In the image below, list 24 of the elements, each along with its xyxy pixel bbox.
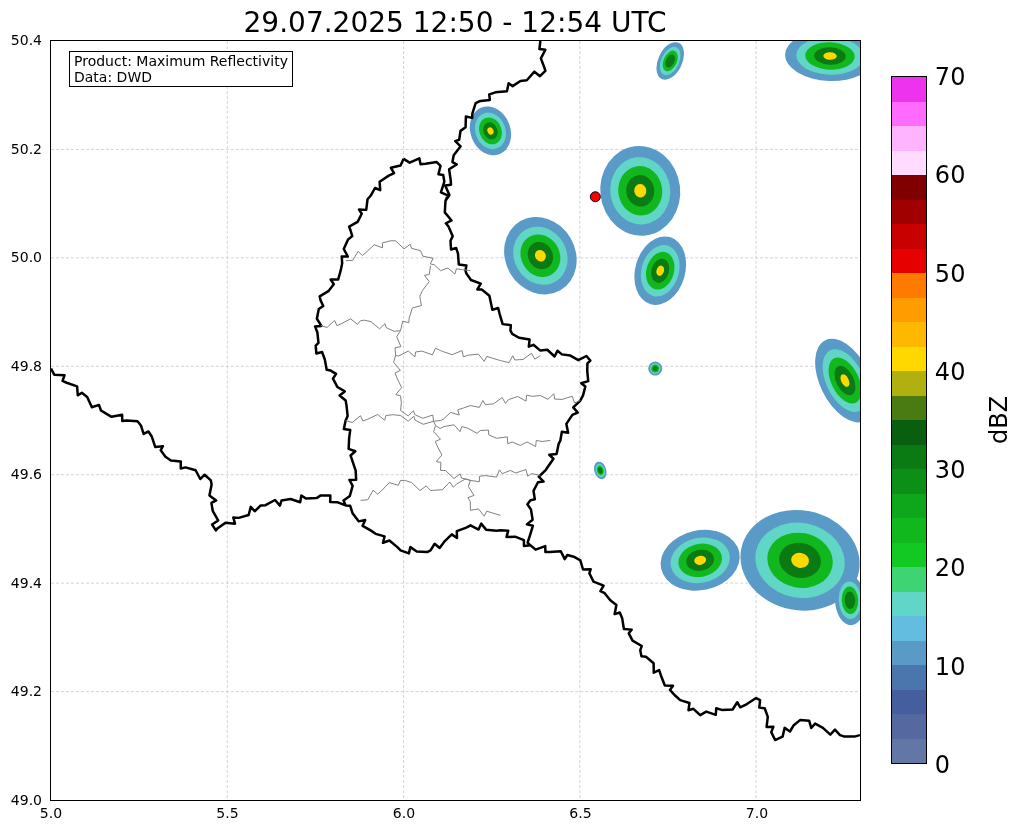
- axis-tick-label: 50.0: [10, 249, 42, 266]
- axis-tick-label: 49.8: [10, 357, 42, 374]
- colorbar-tick-label: 0: [934, 752, 951, 778]
- axis-tick-label: 5.5: [216, 805, 239, 821]
- axis-tick-label: 7.0: [745, 805, 769, 821]
- colorbar-tick-label: 40: [934, 358, 966, 385]
- axis-tick-label: 49.0: [10, 792, 42, 808]
- colorbar-tick-label: 60: [934, 162, 966, 189]
- axis-tick-label: 50.4: [10, 32, 42, 48]
- axis-tick-label: 49.6: [10, 466, 42, 483]
- colorbar-tick-label: 10: [934, 653, 966, 680]
- info-box: Product: Maximum Reflectivity Data: DWD: [69, 51, 293, 87]
- colorbar-tick-label: 70: [934, 64, 966, 90]
- colorbar-tick-label: 50: [934, 260, 966, 287]
- axis-tick-label: 50.2: [10, 140, 42, 157]
- axis-tick-label: 6.5: [569, 805, 592, 821]
- axis-tick-label: 49.4: [10, 574, 42, 591]
- colorbar-tick-label: 30: [934, 457, 966, 484]
- chart-title: 29.07.2025 12:50 - 12:54 UTC: [243, 6, 667, 40]
- colorbar-label: dBZ: [983, 395, 1014, 445]
- axis-tick-label: 6.0: [392, 805, 416, 821]
- axis-tick-label: 5.0: [39, 805, 63, 821]
- colorbar-tick-label: 20: [934, 555, 966, 582]
- axis-tick-label: 49.2: [10, 683, 42, 700]
